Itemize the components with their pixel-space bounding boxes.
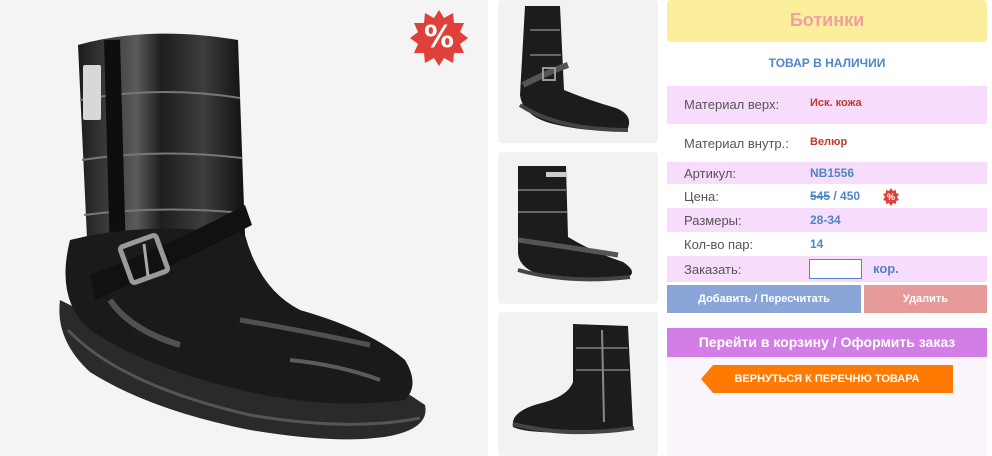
boot-thumbnail-illustration — [512, 324, 635, 435]
spec-label: Артикул: — [684, 166, 737, 181]
boot-thumbnail-illustration — [518, 6, 630, 132]
spec-label: Материал верх: — [684, 97, 780, 112]
product-page: % Ботинки ТОВАР В НАЛИЧИИ Материал верх:… — [0, 0, 992, 456]
spec-value: NB1556 — [810, 166, 855, 180]
order-quantity-input[interactable] — [809, 259, 862, 279]
spec-label: Заказать: — [684, 262, 742, 277]
discount-badge: % — [409, 8, 469, 68]
price-discount-badge: % — [882, 188, 900, 206]
spec-row-sizes: Размеры: 28-34 — [667, 208, 987, 232]
add-recalculate-button[interactable]: Добавить / Пересчитать — [667, 285, 861, 313]
boot-thumbnail-illustration — [517, 166, 632, 282]
spec-label: Кол-во пар: — [684, 237, 754, 252]
old-price: 545 — [810, 189, 831, 203]
new-price: 450 — [840, 189, 861, 203]
spec-row-material-inner: Материал внутр.: Велюр — [667, 124, 987, 162]
spec-row-order: Заказать: кор. — [667, 256, 987, 282]
product-main-image[interactable]: % — [0, 0, 488, 456]
delete-button[interactable]: Удалить — [864, 285, 987, 313]
price-separator: / — [830, 189, 841, 203]
product-info-panel: Ботинки ТОВАР В НАЛИЧИИ Материал верх: И… — [667, 0, 987, 456]
spec-label: Материал внутр.: — [684, 136, 789, 151]
spec-row-material-upper: Материал верх: Иск. кожа — [667, 86, 987, 124]
spec-value: Велюр — [810, 136, 848, 148]
price-badge-label: % — [886, 192, 895, 202]
spec-value: 28-34 — [810, 213, 841, 227]
spec-label: Цена: — [684, 189, 719, 204]
spec-value: Иск. кожа — [810, 97, 862, 109]
order-unit: кор. — [873, 261, 899, 276]
spec-label: Размеры: — [684, 213, 742, 228]
spec-value: 14 — [810, 237, 824, 251]
spec-row-article: Артикул: NB1556 — [667, 162, 987, 184]
product-thumbnail-2[interactable] — [498, 152, 658, 304]
back-to-list-button[interactable]: ВЕРНУТЬСЯ К ПЕРЕЧНЮ ТОВАРА — [701, 365, 953, 393]
spec-row-pairs: Кол-во пар: 14 — [667, 232, 987, 256]
boot-main-illustration — [59, 33, 426, 440]
product-thumbnail-1[interactable] — [498, 0, 658, 143]
back-to-list-label: ВЕРНУТЬСЯ К ПЕРЕЧНЮ ТОВАРА — [734, 373, 920, 385]
product-thumbnail-3[interactable] — [498, 312, 658, 456]
product-title: Ботинки — [667, 0, 987, 42]
price-value: 545 / 450 — [810, 189, 860, 203]
stock-status: ТОВАР В НАЛИЧИИ — [768, 56, 886, 70]
spec-row-price: Цена: 545 / 450 % — [667, 184, 987, 208]
go-to-cart-button[interactable]: Перейти в корзину / Оформить заказ — [667, 328, 987, 357]
discount-badge-label: % — [423, 20, 455, 55]
